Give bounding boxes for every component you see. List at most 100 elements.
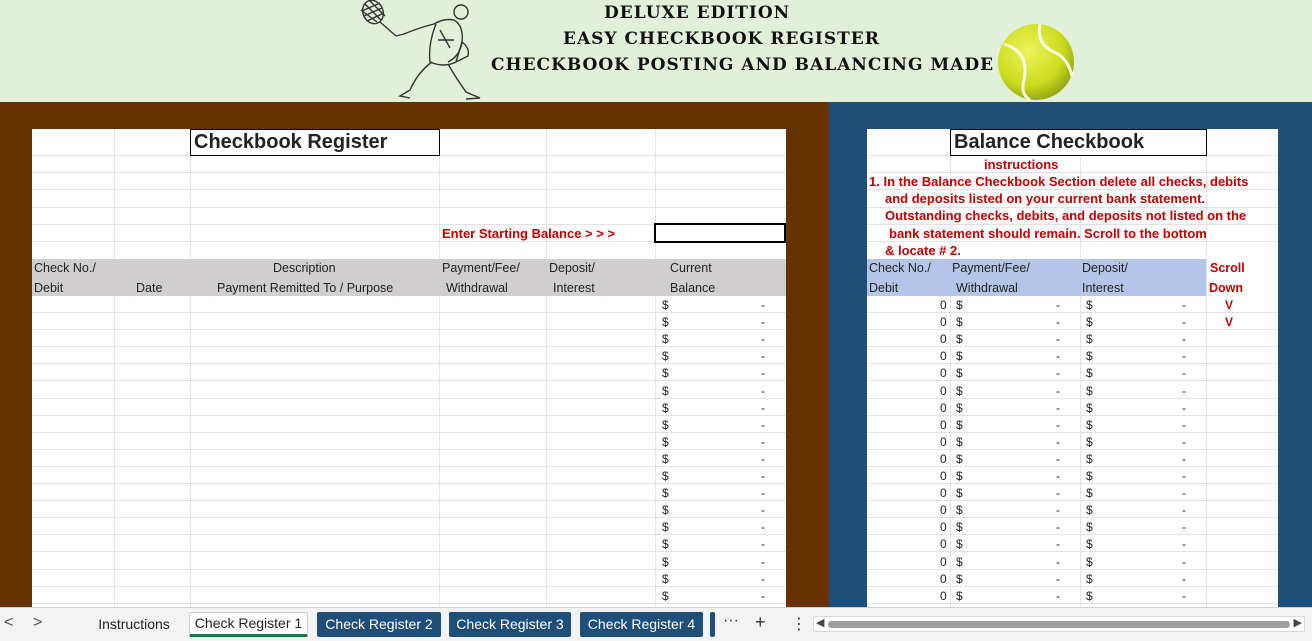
balance-value: -: [761, 571, 765, 586]
table-row[interactable]: $ -: [32, 554, 786, 571]
add-sheet-button[interactable]: +: [755, 612, 766, 633]
check-number: 0: [940, 366, 947, 381]
table-row[interactable]: $ -: [32, 536, 786, 553]
table-row[interactable]: 0 $ - $ -: [867, 365, 1278, 382]
balance-value: -: [761, 298, 765, 312]
table-row[interactable]: $ -: [32, 297, 786, 314]
tab-check-register-2[interactable]: Check Register 2: [317, 612, 441, 637]
withdrawal-value: -: [1056, 588, 1060, 603]
currency-symbol: $: [956, 554, 963, 569]
currency-symbol: $: [662, 434, 669, 449]
row-line: [32, 189, 786, 190]
table-row[interactable]: 0 $ - $ -: [867, 554, 1278, 571]
table-row[interactable]: 0 $ - $ -: [867, 502, 1278, 519]
instruction-line: & locate # 2.: [885, 243, 961, 258]
withdrawal-value: -: [1056, 332, 1060, 347]
check-number: 0: [940, 571, 947, 586]
currency-symbol: $: [1086, 332, 1093, 347]
table-row[interactable]: 0 $ - $ -: [867, 468, 1278, 485]
starting-balance-input[interactable]: [654, 223, 786, 243]
scroll-right-arrow-icon[interactable]: ▶: [1294, 616, 1302, 629]
table-row[interactable]: $ -: [32, 451, 786, 468]
table-row[interactable]: $ -: [32, 519, 786, 536]
tab-instructions[interactable]: Instructions: [88, 612, 180, 637]
currency-symbol: $: [956, 315, 963, 330]
table-row[interactable]: 0 $ - $ -: [867, 451, 1278, 468]
balance-header-band: Check No./ Debit Payment/Fee/ Withdrawal…: [867, 259, 1206, 296]
table-row[interactable]: 0 $ - $ -: [867, 400, 1278, 417]
table-row[interactable]: 0 $ - $ -: [867, 417, 1278, 434]
balance-value: -: [761, 400, 765, 415]
table-row[interactable]: $ -: [32, 417, 786, 434]
currency-symbol: $: [956, 383, 963, 398]
row-line: [32, 172, 786, 173]
checkbook-register-sheet[interactable]: Checkbook Register Enter Starting Balanc…: [32, 129, 786, 607]
tennis-ball-icon: [998, 23, 1074, 102]
currency-symbol: $: [1086, 469, 1093, 483]
tab-partial[interactable]: [710, 612, 715, 637]
table-row[interactable]: 0 $ - $ -: [867, 571, 1278, 588]
banner-line-2: EASY CHECKBOOK REGISTER: [563, 29, 880, 49]
scroll-right-icon[interactable]: >: [33, 614, 42, 632]
withdrawal-value: -: [1056, 366, 1060, 381]
table-row[interactable]: 0 $ - $ -: [867, 348, 1278, 365]
currency-symbol: $: [1086, 571, 1093, 586]
table-row[interactable]: 0 $ - $ -: [867, 519, 1278, 536]
deposit-value: -: [1182, 503, 1186, 518]
currency-symbol: $: [1086, 503, 1093, 518]
currency-symbol: $: [1086, 315, 1093, 330]
table-row[interactable]: $ -: [32, 468, 786, 485]
table-row[interactable]: 0 $ - $ -: [867, 485, 1278, 502]
currency-symbol: $: [956, 469, 963, 483]
tab-check-register-3[interactable]: Check Register 3: [449, 612, 571, 637]
table-row[interactable]: 0 $ - $ -: [867, 383, 1278, 400]
header-debit: Debit: [34, 281, 64, 295]
currency-symbol: $: [956, 503, 963, 518]
header-description: Description: [273, 261, 336, 275]
table-row[interactable]: $ -: [32, 314, 786, 331]
tab-check-register-1[interactable]: Check Register 1: [189, 612, 308, 637]
table-row[interactable]: 0 $ - $ -: [867, 331, 1278, 348]
currency-symbol: $: [662, 332, 669, 347]
balance-value: -: [761, 417, 765, 432]
currency-symbol: $: [662, 520, 669, 535]
check-number: 0: [940, 349, 947, 364]
table-row[interactable]: $ -: [32, 485, 786, 502]
table-row[interactable]: 0 $ - $ -: [867, 434, 1278, 451]
balance-value: -: [761, 315, 765, 330]
table-row[interactable]: $ -: [32, 348, 786, 365]
currency-symbol: $: [662, 588, 669, 603]
table-row[interactable]: $ -: [32, 331, 786, 348]
check-number: 0: [940, 400, 947, 415]
currency-symbol: $: [662, 503, 669, 518]
table-row[interactable]: 0 $ - $ - V: [867, 314, 1278, 331]
check-number: 0: [940, 554, 947, 569]
deposit-value: -: [1182, 520, 1186, 535]
sheet-options-button[interactable]: ⋮: [791, 614, 807, 634]
instructions-title: instructions: [984, 157, 1059, 172]
deposit-value: -: [1182, 315, 1186, 330]
horizontal-scrollbar[interactable]: ◀ ▶: [813, 616, 1305, 632]
scroll-left-arrow-icon[interactable]: ◀: [816, 616, 824, 629]
currency-symbol: $: [662, 537, 669, 552]
scrollbar-thumb[interactable]: [828, 621, 1290, 628]
table-row[interactable]: $ -: [32, 400, 786, 417]
currency-symbol: $: [662, 315, 669, 330]
scroll-left-icon[interactable]: <: [4, 614, 13, 632]
tab-check-register-4[interactable]: Check Register 4: [580, 612, 703, 637]
more-sheets-button[interactable]: ···: [723, 612, 739, 630]
balance-checkbook-sheet[interactable]: Balance Checkbook instructions 1. In the…: [867, 129, 1278, 607]
table-row[interactable]: $ -: [32, 365, 786, 382]
table-row[interactable]: 0 $ - $ -: [867, 588, 1278, 605]
table-row[interactable]: $ -: [32, 383, 786, 400]
table-row[interactable]: $ -: [32, 571, 786, 588]
tennis-player-illustration: [360, 0, 481, 100]
currency-symbol: $: [1086, 451, 1093, 466]
table-row[interactable]: 0 $ - $ -: [867, 536, 1278, 553]
deposit-value: -: [1182, 332, 1186, 347]
table-row[interactable]: 0 $ - $ - V: [867, 297, 1278, 314]
withdrawal-value: -: [1056, 469, 1060, 483]
table-row[interactable]: $ -: [32, 502, 786, 519]
table-row[interactable]: $ -: [32, 588, 786, 605]
table-row[interactable]: $ -: [32, 434, 786, 451]
